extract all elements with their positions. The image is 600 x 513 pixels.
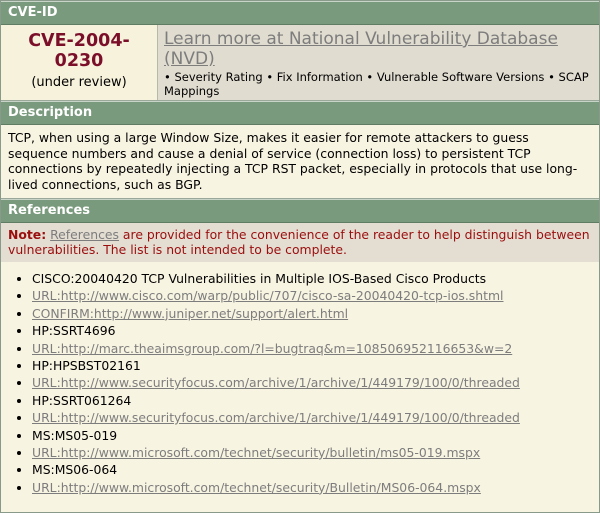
reference-link[interactable]: URL:http://www.microsoft.com/technet/sec… <box>32 480 481 495</box>
reference-item: MS:MS06-064 <box>32 461 599 478</box>
cve-id-header: CVE-ID <box>1 1 599 25</box>
cve-id-cell: CVE-2004-0230 (under review) <box>1 25 158 100</box>
reference-item: URL:http://www.microsoft.com/technet/sec… <box>32 479 599 496</box>
references-header: References <box>1 199 599 223</box>
reference-label: MS:MS06-064 <box>32 462 118 478</box>
reference-label: CISCO:20040420 TCP Vulnerabilities in Mu… <box>32 271 487 286</box>
reference-item: HP:SSRT061264 <box>32 392 599 409</box>
reference-item: URL:http://www.microsoft.com/technet/sec… <box>32 444 599 461</box>
reference-link[interactable]: URL:http://www.microsoft.com/technet/sec… <box>32 445 480 460</box>
nvd-link[interactable]: Learn more at National Vulnerability Dat… <box>164 29 593 69</box>
reference-label: HP:HPSBST02161 <box>32 357 141 373</box>
reference-item: URL:http://www.securityfocus.com/archive… <box>32 409 599 426</box>
reference-label: HP:SSRT061264 <box>32 392 132 408</box>
reference-item: URL:http://marc.theaimsgroup.com/?l=bugt… <box>32 340 599 357</box>
reference-label: HP:SSRT4696 <box>32 323 116 339</box>
reference-item: CONFIRM:http://www.juniper.net/support/a… <box>32 305 599 322</box>
description-header: Description <box>1 101 599 125</box>
reference-link[interactable]: URL:http://marc.theaimsgroup.com/?l=bugt… <box>32 341 512 356</box>
nvd-cell: Learn more at National Vulnerability Dat… <box>158 25 599 100</box>
references-note: Note: References are provided for the co… <box>1 223 599 262</box>
reference-link[interactable]: URL:http://www.cisco.com/warp/public/707… <box>32 288 504 303</box>
cve-id: CVE-2004-0230 <box>28 31 130 71</box>
reference-item: URL:http://www.securityfocus.com/archive… <box>32 374 599 391</box>
reference-link[interactable]: URL:http://www.securityfocus.com/archive… <box>32 375 520 390</box>
references-link[interactable]: References <box>50 227 119 242</box>
description-text: TCP, when using a large Window Size, mak… <box>1 125 599 199</box>
reference-link[interactable]: CONFIRM:http://www.juniper.net/support/a… <box>32 306 348 321</box>
reference-item: MS:MS05-019 <box>32 427 599 444</box>
cve-panel: CVE-ID CVE-2004-0230 (under review) Lear… <box>0 0 600 513</box>
reference-item: HP:HPSBST02161 <box>32 357 599 374</box>
references-list-area: CISCO:20040420 TCP Vulnerabilities in Mu… <box>1 262 599 512</box>
cve-status: (under review) <box>31 75 127 90</box>
nvd-subtext: • Severity Rating • Fix Information • Vu… <box>164 70 589 98</box>
reference-item: URL:http://www.cisco.com/warp/public/707… <box>32 287 599 304</box>
reference-item: HP:SSRT4696 <box>32 322 599 339</box>
reference-label: MS:MS05-019 <box>32 427 118 443</box>
cve-id-row: CVE-2004-0230 (under review) Learn more … <box>1 25 599 101</box>
reference-link[interactable]: URL:http://www.securityfocus.com/archive… <box>32 410 520 425</box>
note-label: Note: <box>8 227 47 242</box>
references-list: CISCO:20040420 TCP Vulnerabilities in Mu… <box>1 270 599 496</box>
reference-item: CISCO:20040420 TCP Vulnerabilities in Mu… <box>32 270 599 287</box>
